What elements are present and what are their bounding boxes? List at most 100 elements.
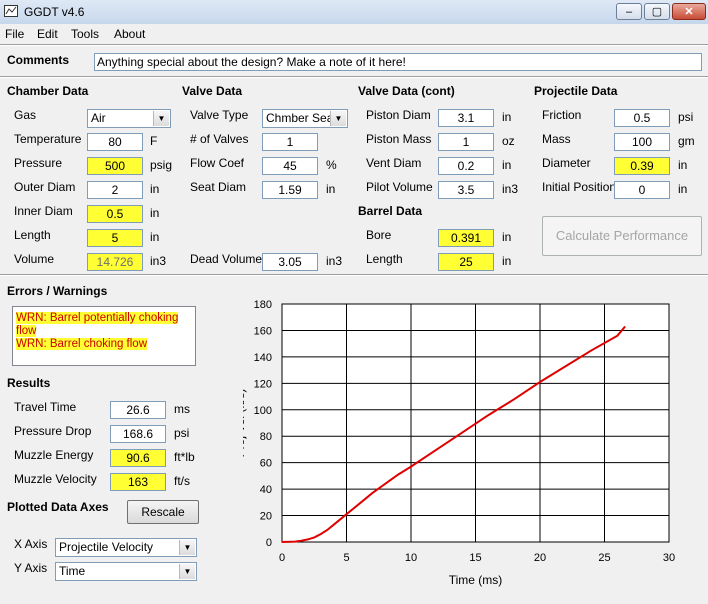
valve-type-label: Valve Type <box>190 108 249 122</box>
error-item: WRN: Barrel potentially choking <box>16 312 179 324</box>
mass-label: Mass <box>542 132 571 146</box>
menu-file[interactable]: File <box>5 27 24 41</box>
inner-diam-label: Inner Diam <box>14 204 73 218</box>
x-tick-label: 15 <box>469 552 481 564</box>
piston-mass-label: Piston Mass <box>366 132 432 146</box>
calculate-performance-button[interactable]: Calculate Performance <box>542 216 702 256</box>
travel-time-unit: ms <box>174 402 190 416</box>
app-icon <box>4 5 18 17</box>
piston-diam-input[interactable]: 3.1 <box>438 109 494 127</box>
window-title: GGDT v4.6 <box>24 5 85 19</box>
bore-label: Bore <box>366 228 392 242</box>
outer-diam-input[interactable]: 2 <box>87 181 143 199</box>
y-axis-title: Proj Vel (ft/s) <box>243 389 247 458</box>
x-tick-label: 10 <box>405 552 417 564</box>
chevron-down-icon[interactable]: ▼ <box>179 564 195 579</box>
seat-diam-unit: in <box>326 182 336 196</box>
error-item: WRN: Barrel choking flow <box>16 338 148 350</box>
barrel-length-input[interactable]: 25 <box>438 253 494 271</box>
temperature-label: Temperature <box>14 132 82 146</box>
title-bar <box>0 0 708 25</box>
volume-output: 14.726 <box>87 253 143 271</box>
piston-mass-input[interactable]: 1 <box>438 133 494 151</box>
gas-select-value: Air <box>91 111 106 125</box>
mass-input[interactable]: 100 <box>614 133 670 151</box>
comments-label: Comments <box>7 53 70 67</box>
barrel-length-unit: in <box>502 254 512 268</box>
divider <box>0 274 708 276</box>
seat-diam-label: Seat Diam <box>190 180 247 194</box>
num-valves-input[interactable]: 1 <box>262 133 318 151</box>
friction-input[interactable]: 0.5 <box>614 109 670 127</box>
minimize-button[interactable]: – <box>616 3 642 20</box>
pressure-input[interactable]: 500 <box>87 157 143 175</box>
x-axis-select[interactable]: Projectile Velocity ▼ <box>55 538 197 557</box>
dead-volume-label: Dead Volume <box>190 252 263 266</box>
menu-tools[interactable]: Tools <box>71 27 99 41</box>
dead-volume-input[interactable]: 3.05 <box>262 253 318 271</box>
y-axis-select[interactable]: Time ▼ <box>55 562 197 581</box>
initial-position-input[interactable]: 0 <box>614 181 670 199</box>
flow-coef-unit: % <box>326 158 337 172</box>
diameter-input[interactable]: 0.39 <box>614 157 670 175</box>
bore-input[interactable]: 0.391 <box>438 229 494 247</box>
muzzle-energy-unit: ft*lb <box>174 450 195 464</box>
vent-diam-input[interactable]: 0.2 <box>438 157 494 175</box>
pressure-label: Pressure <box>14 156 63 170</box>
y-tick-label: 40 <box>260 484 272 496</box>
length-label: Length <box>14 228 51 242</box>
outer-diam-label: Outer Diam <box>14 180 76 194</box>
chamber-length-input[interactable]: 5 <box>87 229 143 247</box>
y-tick-label: 80 <box>260 431 272 443</box>
pilot-volume-input[interactable]: 3.5 <box>438 181 494 199</box>
x-tick-label: 20 <box>534 552 546 564</box>
y-tick-label: 160 <box>254 325 272 337</box>
piston-diam-label: Piston Diam <box>366 108 431 122</box>
muzzle-velocity-output: 163 <box>110 473 166 491</box>
inner-diam-unit: in <box>150 206 160 220</box>
close-button[interactable]: ✕ <box>672 3 706 20</box>
volume-unit: in3 <box>150 254 167 268</box>
inner-diam-input[interactable]: 0.5 <box>87 205 143 223</box>
menu-edit[interactable]: Edit <box>37 27 58 41</box>
volume-label: Volume <box>14 252 55 266</box>
temperature-unit: F <box>150 134 158 148</box>
muzzle-velocity-unit: ft/s <box>174 474 191 488</box>
divider <box>0 76 708 78</box>
y-tick-label: 100 <box>254 405 272 417</box>
error-item: flow <box>16 325 37 337</box>
y-tick-label: 0 <box>266 537 272 549</box>
pilot-volume-unit: in3 <box>502 182 519 196</box>
friction-label: Friction <box>542 108 582 122</box>
barrel-length-label: Length <box>366 252 403 266</box>
muzzle-energy-label: Muzzle Energy <box>14 448 94 462</box>
initial-position-label: Initial Position <box>542 180 617 194</box>
pressure-unit: psig <box>150 158 173 172</box>
comments-input[interactable]: Anything special about the design? Make … <box>94 53 702 71</box>
y-tick-label: 20 <box>260 511 272 523</box>
velocity-time-chart: 0 5 10 15 20 25 30 0 20 40 60 80 100 120 140 160 180 Time… <box>243 299 675 587</box>
chamber-data-title: Chamber Data <box>7 84 89 98</box>
maximize-button[interactable]: ▢ <box>644 3 670 20</box>
x-tick-label: 30 <box>663 552 675 564</box>
chevron-down-icon[interactable]: ▼ <box>179 540 195 555</box>
y-tick-label: 120 <box>254 378 272 390</box>
chevron-down-icon[interactable]: ▼ <box>330 111 346 126</box>
pressure-drop-output: 168.6 <box>110 425 166 443</box>
x-axis-label: X Axis <box>14 537 48 551</box>
pressure-drop-unit: psi <box>174 426 190 440</box>
rescale-button[interactable]: Rescale <box>127 500 199 524</box>
menu-about[interactable]: About <box>114 27 145 41</box>
chamber-length-unit: in <box>150 230 160 244</box>
temperature-input[interactable]: 80 <box>87 133 143 151</box>
y-tick-label: 140 <box>254 352 272 364</box>
chevron-down-icon[interactable]: ▼ <box>153 111 169 126</box>
errors-listbox[interactable]: WRN: Barrel potentially choking flow WRN… <box>12 306 196 366</box>
valve-type-select[interactable]: Chmber Seal ▼ <box>262 109 348 128</box>
flow-coef-input[interactable]: 45 <box>262 157 318 175</box>
mass-unit: gm <box>678 134 695 148</box>
menu-bar <box>0 24 708 43</box>
initial-position-unit: in <box>678 182 688 196</box>
gas-select[interactable]: Air ▼ <box>87 109 171 128</box>
seat-diam-input[interactable]: 1.59 <box>262 181 318 199</box>
